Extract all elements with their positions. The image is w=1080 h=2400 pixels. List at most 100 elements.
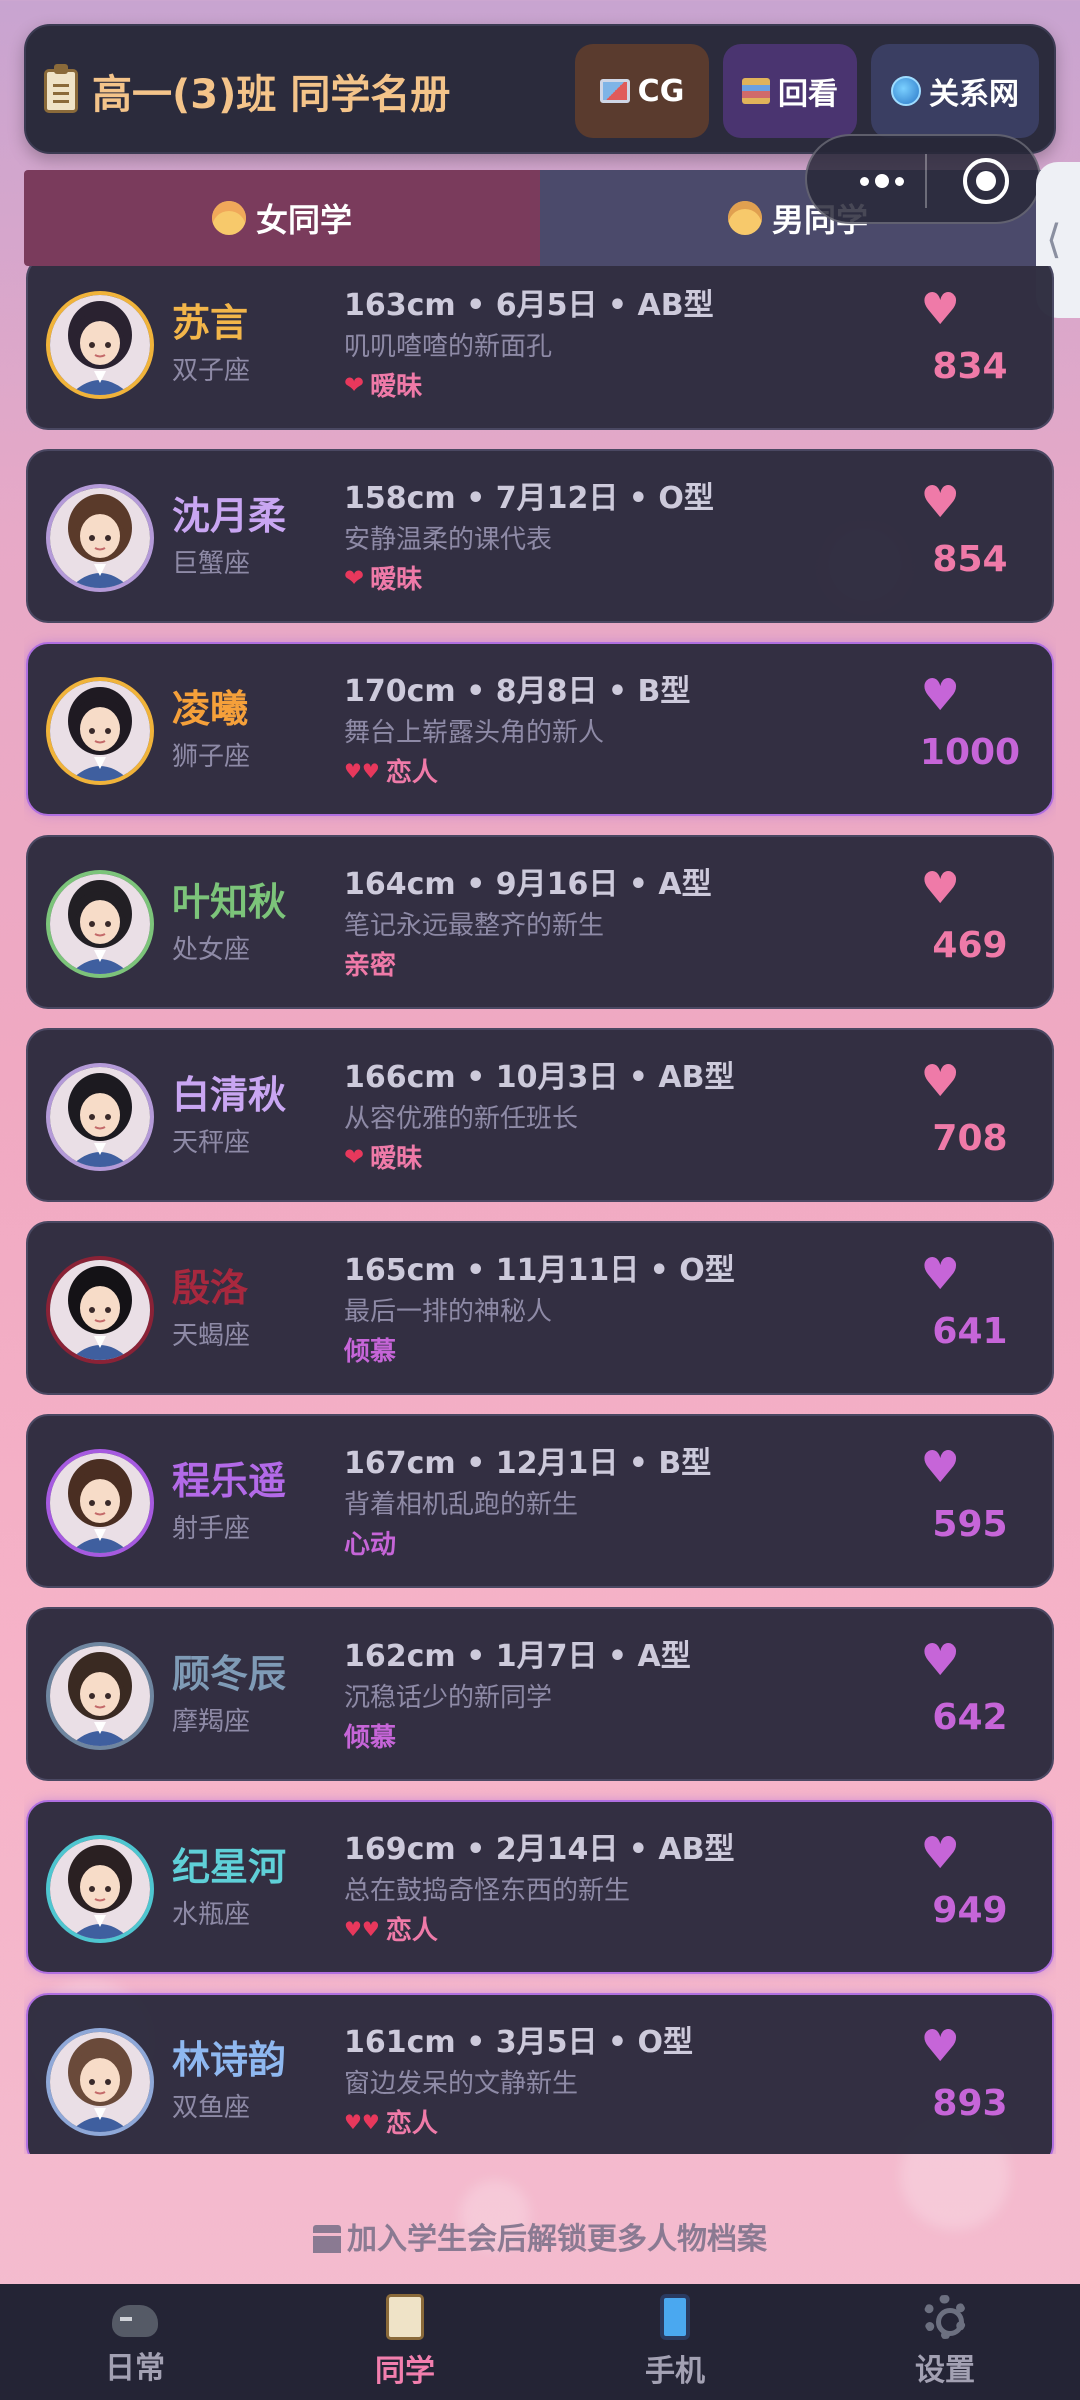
- relationship-status: ❤ 暧昧: [344, 366, 422, 403]
- relationship-label: 恋人: [385, 758, 438, 788]
- chevron-left-icon: ⟨: [1046, 217, 1062, 263]
- student-name: 顾冬辰: [172, 1652, 287, 1696]
- student-zodiac: 处女座: [172, 935, 251, 965]
- student-zodiac: 水瓶座: [172, 1900, 251, 1930]
- student-card[interactable]: 沈月柔 巨蟹座 158cm • 7月12日 • O型 安静温柔的课代表 ❤ 暧昧 ♥ 854: [26, 449, 1054, 623]
- student-name: 林诗韵: [172, 2038, 287, 2082]
- more-menu-icon[interactable]: [837, 136, 927, 226]
- nav-phone[interactable]: 手机: [540, 2284, 810, 2400]
- affection-score: 949: [932, 1890, 1008, 1931]
- student-card[interactable]: 顾冬辰 摩羯座 162cm • 1月7日 • A型 沉稳话少的新同学 倾慕 ♥ 642: [26, 1607, 1054, 1781]
- relation-network-button-label: 关系网: [929, 77, 1019, 112]
- student-bio: 背着相机乱跑的新生: [344, 1490, 579, 1520]
- nav-classmates[interactable]: 同学: [270, 2284, 540, 2400]
- tab-girls-label: 女同学: [255, 201, 352, 239]
- student-bio: 沉稳话少的新同学: [344, 1683, 553, 1713]
- two-hearts-icon: ♥♥: [344, 2109, 380, 2134]
- student-card[interactable]: 纪星河 水瓶座 169cm • 2月14日 • AB型 总在鼓捣奇怪东西的新生 ♥♥ 恋人…: [26, 1800, 1054, 1974]
- relationship-status: 亲密: [344, 945, 396, 982]
- relation-network-button[interactable]: 关系网: [871, 44, 1039, 138]
- student-card[interactable]: 殷洛 天蝎座 165cm • 11月11日 • O型 最后一排的神秘人 倾慕 ♥ 641: [26, 1221, 1054, 1395]
- student-card[interactable]: 程乐遥 射手座 167cm • 12月1日 • B型 背着相机乱跑的新生 心动 ♥ 595: [26, 1414, 1054, 1588]
- affection-heart-icon: ♥: [920, 863, 960, 914]
- relationship-status: ♥♥ 恋人: [344, 752, 438, 789]
- affection-score: 834: [932, 346, 1008, 387]
- student-card[interactable]: 林诗韵 双鱼座 161cm • 3月5日 • O型 窗边发呆的文静新生 ♥♥ 恋人 ♥ 893: [26, 1993, 1054, 2154]
- affection-heart-icon: ♥: [920, 1828, 960, 1879]
- unlock-hint-text: 加入学生会后解锁更多人物档案: [347, 2222, 767, 2257]
- girl-face-icon: [211, 201, 246, 235]
- student-zodiac: 双子座: [172, 356, 251, 386]
- miniprogram-capsule: [805, 134, 1041, 224]
- cg-button[interactable]: CG: [575, 44, 709, 138]
- student-stats: 165cm • 11月11日 • O型: [344, 1253, 735, 1288]
- review-button-label: 回看: [778, 77, 838, 112]
- student-card[interactable]: 叶知秋 处女座 164cm • 9月16日 • A型 笔记永远最整齐的新生 亲密 ♥ 469: [26, 835, 1054, 1009]
- student-zodiac: 摩羯座: [172, 1707, 251, 1737]
- close-miniprogram-icon[interactable]: [963, 158, 1009, 204]
- avatar: [46, 1063, 154, 1171]
- nav-daily[interactable]: 日常: [0, 2284, 270, 2400]
- avatar: [46, 870, 154, 978]
- student-stats: 161cm • 3月5日 • O型: [344, 2025, 694, 2060]
- nav-classmates-label: 同学: [375, 2354, 435, 2389]
- student-card[interactable]: 凌曦 狮子座 170cm • 8月8日 • B型 舞台上崭露头角的新人 ♥♥ 恋人 ♥ 100…: [26, 642, 1054, 816]
- nav-daily-label: 日常: [105, 2351, 165, 2386]
- nav-settings-label: 设置: [915, 2353, 975, 2388]
- student-stats: 162cm • 1月7日 • A型: [344, 1639, 691, 1674]
- affection-heart-icon: ♥: [920, 1249, 960, 1300]
- avatar: [46, 1256, 154, 1364]
- avatar: [46, 1642, 154, 1750]
- student-card[interactable]: 白清秋 天秤座 166cm • 10月3日 • AB型 从容优雅的新任班长 ❤ 暧昧 ♥ 70…: [26, 1028, 1054, 1202]
- affection-heart-icon: ♥: [920, 1442, 960, 1493]
- relationship-status: ♥♥ 恋人: [344, 2103, 438, 2140]
- relationship-label: 恋人: [385, 1916, 438, 1946]
- affection-score: 642: [932, 1697, 1008, 1738]
- nav-settings[interactable]: 设置: [810, 2284, 1080, 2400]
- student-bio: 最后一排的神秘人: [344, 1297, 553, 1327]
- relationship-status: 心动: [344, 1524, 396, 1561]
- page-title-text: 高一(3)班 同学名册: [92, 72, 451, 118]
- tab-girls[interactable]: 女同学: [24, 170, 540, 266]
- student-stats: 170cm • 8月8日 • B型: [344, 674, 691, 709]
- relationship-label: 恋人: [385, 2109, 438, 2139]
- student-name: 叶知秋: [172, 880, 287, 924]
- student-name: 白清秋: [172, 1073, 287, 1117]
- avatar: [46, 1835, 154, 1943]
- student-zodiac: 巨蟹座: [172, 549, 251, 579]
- student-zodiac: 双鱼座: [172, 2093, 251, 2123]
- affection-heart-icon: ♥: [920, 2021, 960, 2072]
- affection-score: 708: [932, 1118, 1008, 1159]
- clipboard-icon: [44, 64, 78, 113]
- avatar: [46, 2028, 154, 2136]
- student-stats: 163cm • 6月5日 • AB型: [344, 288, 714, 323]
- relationship-status: 倾慕: [344, 1717, 396, 1754]
- image-icon: [599, 79, 630, 103]
- affection-score: 469: [932, 925, 1008, 966]
- student-zodiac: 狮子座: [172, 742, 251, 772]
- affection-heart-icon: ♥: [920, 284, 960, 335]
- student-name: 纪星河: [172, 1845, 287, 1889]
- relationship-status: 倾慕: [344, 1331, 396, 1368]
- avatar: [46, 677, 154, 785]
- unlock-hint: 加入学生会后解锁更多人物档案: [0, 2214, 1080, 2258]
- relationship-label: 心动: [344, 1530, 397, 1560]
- relationship-label: 暧昧: [370, 372, 423, 402]
- phone-icon: [660, 2294, 690, 2340]
- student-bio: 安静温柔的课代表: [344, 525, 553, 555]
- student-card[interactable]: 苏言 双子座 163cm • 6月5日 • AB型 叽叽喳喳的新面孔 ❤ 暧昧 ♥ 834: [26, 266, 1054, 430]
- heart-icon: ❤: [344, 563, 365, 592]
- affection-heart-icon: ♥: [920, 670, 960, 721]
- student-stats: 169cm • 2月14日 • AB型: [344, 1832, 735, 1867]
- student-bio: 舞台上崭露头角的新人: [344, 718, 605, 748]
- review-button[interactable]: 回看: [723, 44, 857, 138]
- affection-score: 1000: [919, 732, 1021, 773]
- student-name: 殷洛: [172, 1266, 249, 1310]
- student-name: 沈月柔: [172, 494, 287, 538]
- cg-button-label: CG: [637, 73, 685, 109]
- student-bio: 总在鼓捣奇怪东西的新生: [344, 1876, 631, 1906]
- student-list: 苏言 双子座 163cm • 6月5日 • AB型 叽叽喳喳的新面孔 ❤ 暧昧 ♥ 834 沈月…: [24, 266, 1056, 2154]
- heart-icon: ❤: [344, 1142, 365, 1171]
- student-bio: 窗边发呆的文静新生: [344, 2069, 579, 2099]
- relationship-label: 倾慕: [344, 1723, 397, 1753]
